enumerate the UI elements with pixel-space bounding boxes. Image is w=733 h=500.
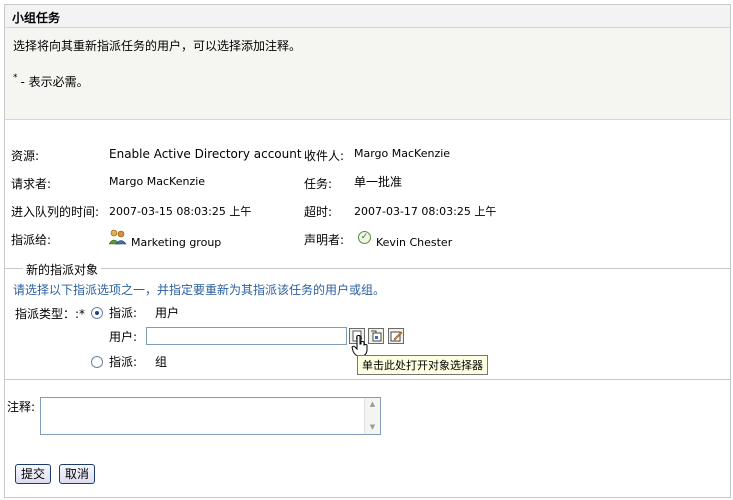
object-selector-tooltip: 单击此处打开对象选择器 xyxy=(357,355,488,375)
option-user-prefix: 指派: xyxy=(109,306,138,320)
user-field-label: 用户: xyxy=(109,330,138,344)
assigned-value: Marketing group xyxy=(131,236,222,249)
requester-value: Margo MacKenzie xyxy=(109,175,206,188)
required-note: * - 表示必需。 xyxy=(13,73,89,90)
task-value: 单一批准 xyxy=(354,175,403,189)
queued-value: 2007-03-15 08:03:25 上午 xyxy=(109,205,252,218)
page-title: 小组任务 xyxy=(12,11,61,25)
check-icon: ✓ xyxy=(358,231,371,244)
option-group-prefix: 指派: xyxy=(109,355,138,369)
resource-value: Enable Active Directory account xyxy=(109,147,302,161)
task-label: 任务: xyxy=(304,177,333,191)
required-star: * xyxy=(13,73,18,83)
hand-cursor-icon xyxy=(351,335,369,357)
requester-label: 请求者: xyxy=(11,177,52,191)
history-icon xyxy=(371,330,382,342)
scroll-down-icon[interactable]: ▼ xyxy=(368,423,377,432)
reassign-legend: 新的指派对象 xyxy=(23,261,102,278)
option-user-label: 用户 xyxy=(155,306,180,320)
scroll-up-icon[interactable]: ▲ xyxy=(368,400,377,409)
comment-scrollbar[interactable]: ▲ ▼ xyxy=(364,398,380,434)
claimer-value: Kevin Chester xyxy=(376,236,453,249)
history-button[interactable] xyxy=(368,328,384,344)
timeout-value: 2007-03-17 08:03:25 上午 xyxy=(354,205,497,218)
recipient-label: 收件人: xyxy=(304,149,345,163)
task-panel: 小组任务 选择将向其重新指派任务的用户，可以选择添加注释。 * - 表示必需。 资… xyxy=(4,4,731,498)
reassign-fieldset: 新的指派对象 请选择以下指派选项之一，并指定要重新为其指派该任务的用户或组。 指… xyxy=(5,261,730,380)
comment-textarea[interactable]: ▲ ▼ xyxy=(40,397,381,435)
title-bar: 小组任务 xyxy=(5,5,730,28)
group-icon xyxy=(108,229,127,245)
required-note-text: - 表示必需。 xyxy=(20,75,89,89)
submit-button[interactable]: 提交 xyxy=(15,464,52,484)
intro-section: 选择将向其重新指派任务的用户，可以选择添加注释。 * - 表示必需。 xyxy=(5,28,730,120)
resource-label: 资源: xyxy=(11,149,40,163)
cancel-button[interactable]: 取消 xyxy=(59,464,96,484)
reassign-hint: 请选择以下指派选项之一，并指定要重新为其指派该任务的用户或组。 xyxy=(13,283,386,297)
radio-assign-group[interactable] xyxy=(91,356,103,368)
option-group-label: 组 xyxy=(155,355,168,369)
queued-label: 进入队列的时间: xyxy=(11,205,100,219)
assigned-label: 指派给: xyxy=(11,233,52,247)
recipient-value: Margo MacKenzie xyxy=(354,147,451,160)
comment-label: 注释: xyxy=(7,400,36,414)
assign-type-label: 指派类型：:* xyxy=(15,307,86,321)
claimer-label: 声明者: xyxy=(304,233,345,247)
radio-assign-user[interactable] xyxy=(91,307,103,319)
user-input[interactable] xyxy=(146,327,347,345)
edit-icon xyxy=(390,331,403,342)
edit-button[interactable] xyxy=(388,328,404,344)
intro-text: 选择将向其重新指派任务的用户，可以选择添加注释。 xyxy=(13,39,302,53)
timeout-label: 超时: xyxy=(304,205,333,219)
